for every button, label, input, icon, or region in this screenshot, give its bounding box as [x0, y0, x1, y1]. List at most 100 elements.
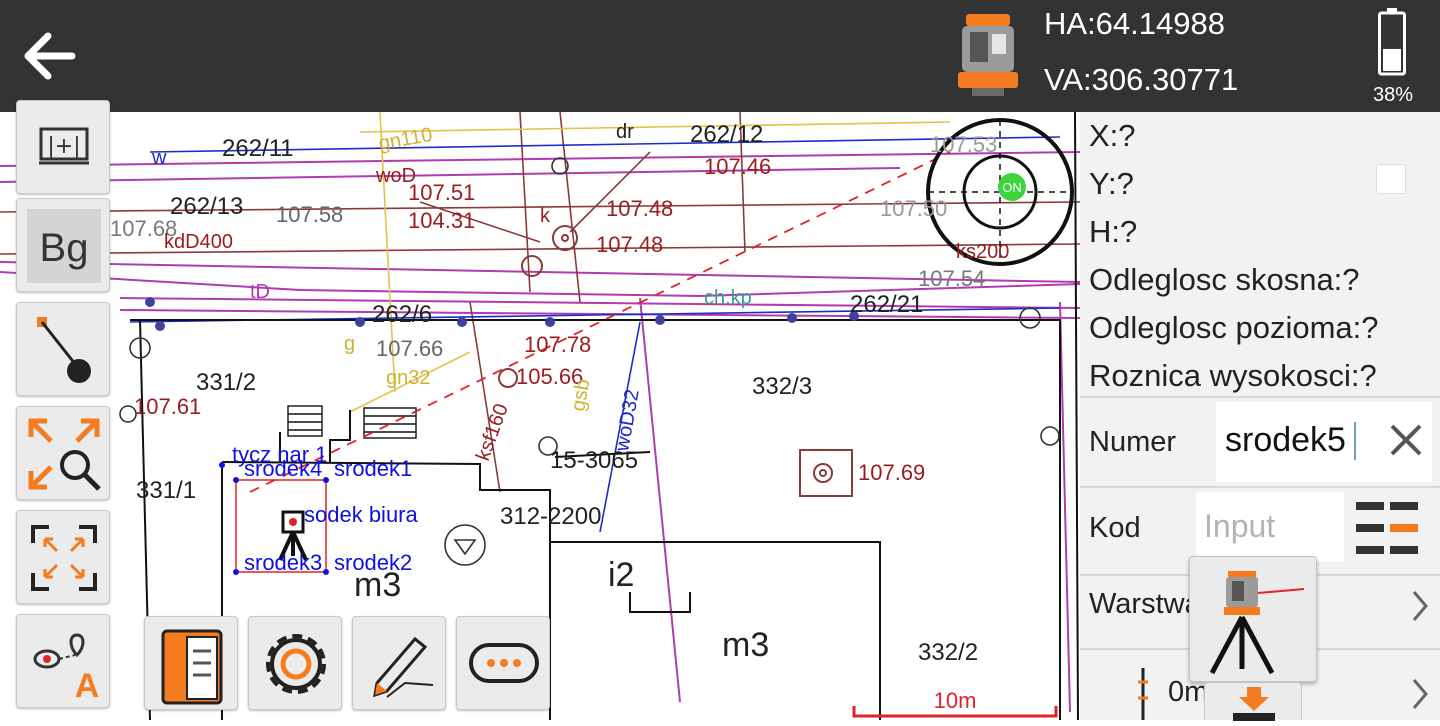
map-annotation: gsb	[567, 377, 594, 413]
parcel-label: 262/6	[372, 301, 432, 328]
map-annotation: ksf160	[472, 401, 513, 464]
height-label: 107.58	[276, 202, 343, 227]
total-station-tripod-icon	[1209, 571, 1305, 675]
survey-point-label: sodek biura	[304, 502, 419, 527]
building-label: i2	[608, 556, 634, 594]
kod-input[interactable]	[1204, 508, 1338, 545]
back-arrow-icon[interactable]	[14, 20, 86, 92]
parcel-label: 262/13	[170, 193, 243, 220]
fit-screen-button[interactable]	[16, 510, 110, 604]
survey-point-label: srodek1	[334, 456, 412, 481]
height-label: 107.48	[596, 232, 663, 257]
numer-field[interactable]: srodek5	[1216, 402, 1432, 482]
more-button[interactable]	[456, 616, 550, 710]
horizontal-angle-readout: HA:64.14988	[1044, 6, 1225, 41]
map-annotation: tD	[250, 281, 270, 303]
code-list-icon[interactable]	[1356, 500, 1418, 558]
numer-label: Numer	[1089, 426, 1177, 458]
svg-text:|+|: |+|	[47, 134, 80, 159]
map-annotation: g	[344, 333, 355, 355]
kod-label: Kod	[1089, 512, 1141, 544]
parcel-label: 332/3	[752, 373, 812, 400]
height-label: 107.50	[880, 196, 947, 221]
battery-percent: 38%	[1372, 84, 1414, 106]
svg-text:A: A	[75, 667, 100, 705]
zoom-extents-icon	[28, 418, 101, 491]
stakeout-button[interactable]: A	[16, 614, 110, 708]
height-difference: Roznica wysokosci:?	[1089, 358, 1377, 393]
survey-point-label: srodek2	[334, 550, 412, 575]
measure-mode-icon: |+|	[39, 127, 89, 165]
map-annotation: w	[151, 147, 167, 169]
parcel-label: 262/11	[222, 135, 294, 162]
parcel-label: 331/1	[136, 477, 196, 504]
divider	[1080, 486, 1440, 488]
chevron-right-icon[interactable]	[1410, 676, 1430, 712]
building-label: m3	[722, 626, 769, 664]
gear-icon	[266, 634, 326, 694]
chevron-right-icon[interactable]	[1410, 588, 1430, 624]
save-point-button[interactable]	[1204, 682, 1302, 721]
kod-field[interactable]	[1196, 492, 1344, 562]
warstwa-label: Warstwa	[1089, 588, 1201, 620]
height-label: 107.66	[376, 336, 443, 361]
layers-button[interactable]	[144, 616, 238, 710]
h-coordinate: H:?	[1089, 214, 1138, 249]
map-annotation: k	[540, 205, 551, 227]
slope-distance: Odleglosc skosna:?	[1089, 262, 1360, 297]
parcel-label: 312-2200	[500, 503, 601, 530]
background-button[interactable]: Bg	[16, 198, 110, 292]
option-checkbox[interactable]	[1376, 164, 1406, 194]
background-label: Bg	[40, 226, 89, 270]
numer-value: srodek5	[1225, 421, 1346, 459]
compass-label: ON	[1002, 180, 1022, 195]
horizontal-distance: Odleglosc pozioma:?	[1089, 310, 1379, 345]
height-label: 104.31	[408, 208, 475, 233]
map-annotation: kdD400	[164, 231, 233, 253]
map-annotation: gn110	[377, 124, 434, 155]
top-toolbar: HA:64.14988 VA:306.30771 38%	[0, 0, 1440, 112]
stakeout-point-icon: A	[33, 633, 100, 705]
parcel-label: 262/12	[690, 121, 763, 148]
parcel-label: 331/2	[196, 369, 256, 396]
vertical-angle-readout: VA:306.30771	[1044, 62, 1239, 97]
map-annotation: woD32	[611, 388, 644, 454]
height-label: 107.78	[524, 332, 591, 357]
draw-line-button[interactable]	[16, 302, 110, 396]
height-label: 107.61	[134, 394, 201, 419]
height-label: 107.53	[930, 132, 997, 157]
total-station-icon	[958, 14, 1018, 96]
layers-book-icon	[161, 629, 223, 705]
height-label: 107.46	[704, 154, 771, 179]
measure-button[interactable]	[1189, 556, 1317, 682]
map-annotation: ch.kp	[704, 287, 752, 309]
scale-label: 10m	[934, 688, 977, 713]
map-annotation: gn32	[386, 367, 431, 389]
map-annotation: dr	[616, 121, 634, 143]
zoom-extents-button[interactable]	[16, 406, 110, 500]
clear-icon[interactable]	[1386, 420, 1426, 460]
fit-screen-icon	[31, 525, 97, 591]
height-pole-icon	[1138, 668, 1148, 720]
download-arrow-icon	[1233, 687, 1275, 721]
draw-line-icon	[37, 317, 91, 383]
pencil-icon	[373, 636, 434, 698]
survey-point-label: srodek4	[244, 456, 322, 481]
settings-button[interactable]	[248, 616, 342, 710]
edit-button[interactable]	[352, 616, 446, 710]
height-label: 107.54	[918, 266, 985, 291]
map-annotation: ks200	[956, 241, 1009, 263]
divider	[1080, 396, 1440, 398]
height-label: 107.69	[858, 460, 925, 485]
x-coordinate: X:?	[1089, 118, 1136, 153]
text-caret	[1354, 422, 1356, 460]
y-coordinate: Y:?	[1089, 166, 1134, 201]
more-icon	[469, 643, 539, 683]
height-label: 107.51	[408, 180, 475, 205]
parcel-label: 262/21	[850, 291, 923, 318]
survey-point-label: srodek3	[244, 550, 322, 575]
measure-mode-button[interactable]: |+|	[16, 100, 110, 194]
map-annotation: woD	[375, 165, 416, 187]
parcel-label: 332/2	[918, 639, 978, 666]
height-label: 107.48	[606, 196, 673, 221]
